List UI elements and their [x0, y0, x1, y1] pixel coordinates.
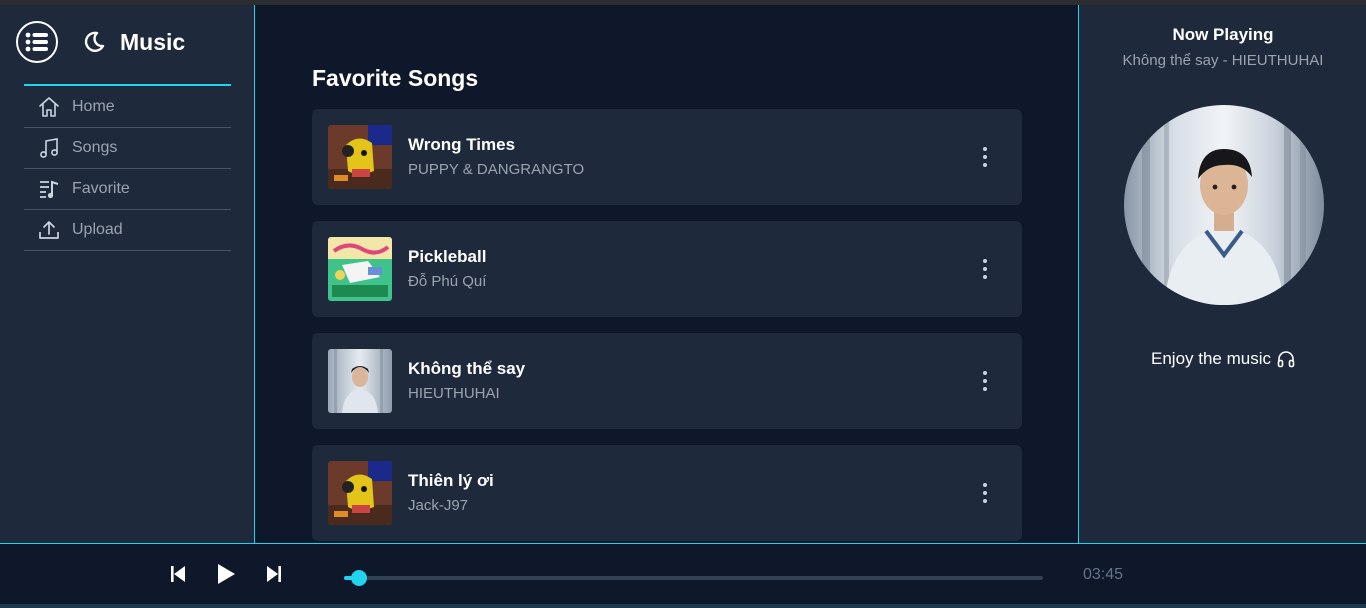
more-options-icon[interactable]	[974, 259, 996, 279]
sidebar-nav: Home Songs Favorite Upload	[24, 87, 231, 251]
album-cover	[328, 349, 392, 413]
next-button[interactable]	[262, 562, 286, 586]
menu-button[interactable]	[16, 21, 58, 63]
sidebar-item-upload[interactable]: Upload	[24, 210, 231, 251]
progress-handle[interactable]	[351, 570, 368, 586]
song-info: Wrong Times PUPPY & DANGRANGTO	[408, 134, 584, 181]
sidebar-item-label: Home	[72, 98, 115, 115]
track-duration: 03:45	[1083, 566, 1124, 583]
app-title: Music	[120, 28, 186, 55]
song-artist: PUPPY & DANGRANGTO	[408, 160, 585, 178]
now-playing-track: Không thể say - HIEUTHUHAI	[1122, 52, 1324, 69]
song-title: Pickleball	[408, 246, 487, 266]
album-cover	[328, 125, 392, 189]
song-artist: Đỗ Phú Quí	[408, 272, 487, 290]
enjoy-message: Enjoy the music	[1079, 349, 1366, 369]
moon-icon	[84, 31, 105, 52]
brand: Music	[16, 21, 231, 63]
now-playing-panel: Now Playing Không thể say - HIEUTHUHAI E…	[1078, 5, 1366, 543]
song-info: Thiên lý ơi Jack-J97	[408, 470, 494, 517]
main-content: Favorite Songs Wrong Times PUPPY & DANGR…	[256, 5, 1078, 543]
song-title: Wrong Times	[408, 134, 516, 154]
page-title: Favorite Songs	[312, 65, 479, 91]
list-icon	[25, 32, 48, 52]
song-card[interactable]: Không thể say HIEUTHUHAI	[312, 333, 1022, 429]
headphones-icon	[1277, 351, 1295, 368]
sidebar-item-label: Favorite	[72, 180, 130, 197]
song-artist: HIEUTHUHAI	[408, 384, 500, 402]
progress-slider[interactable]	[344, 570, 1043, 586]
song-info: Không thể say HIEUTHUHAI	[408, 358, 525, 405]
song-title: Thiên lý ơi	[408, 470, 494, 490]
now-playing-heading: Now Playing	[1172, 25, 1274, 44]
enjoy-text: Enjoy the music	[1151, 349, 1271, 368]
app: Music Home Songs Favorite Upload Favorit…	[0, 5, 1366, 543]
sidebar-item-songs[interactable]: Songs	[24, 128, 231, 169]
more-options-icon[interactable]	[974, 371, 996, 391]
player-bottom-strip	[0, 604, 1366, 608]
more-options-icon[interactable]	[974, 147, 996, 167]
song-artist: Jack-J97	[408, 496, 469, 514]
player-bar: 03:45	[0, 543, 1366, 608]
upload-icon	[38, 219, 60, 241]
sidebar-item-home[interactable]: Home	[24, 87, 231, 128]
song-info: Pickleball Đỗ Phú Quí	[408, 246, 486, 293]
play-icon	[218, 564, 235, 584]
skip-next-icon	[267, 566, 281, 582]
theme-toggle[interactable]	[82, 30, 106, 54]
previous-button[interactable]	[166, 562, 190, 586]
sidebar-item-label: Upload	[72, 221, 123, 238]
more-options-icon[interactable]	[974, 483, 996, 503]
song-card[interactable]: Thiên lý ơi Jack-J97	[312, 445, 1022, 541]
song-list: Wrong Times PUPPY & DANGRANGTO Picklebal…	[312, 109, 1022, 543]
now-playing-cover	[1124, 105, 1324, 305]
song-card[interactable]: Wrong Times PUPPY & DANGRANGTO	[312, 109, 1022, 205]
play-button[interactable]	[214, 562, 238, 586]
sidebar-item-favorite[interactable]: Favorite	[24, 169, 231, 210]
home-icon	[38, 96, 60, 118]
skip-previous-icon	[171, 566, 185, 582]
song-card[interactable]: Pickleball Đỗ Phú Quí	[312, 221, 1022, 317]
sidebar: Music Home Songs Favorite Upload	[0, 5, 255, 543]
music-note-icon	[38, 137, 60, 159]
album-cover	[328, 237, 392, 301]
album-cover	[328, 461, 392, 525]
sidebar-item-label: Songs	[72, 139, 118, 156]
playlist-icon	[38, 178, 60, 200]
brand-underline	[24, 84, 231, 86]
song-title: Không thể say	[408, 358, 526, 378]
